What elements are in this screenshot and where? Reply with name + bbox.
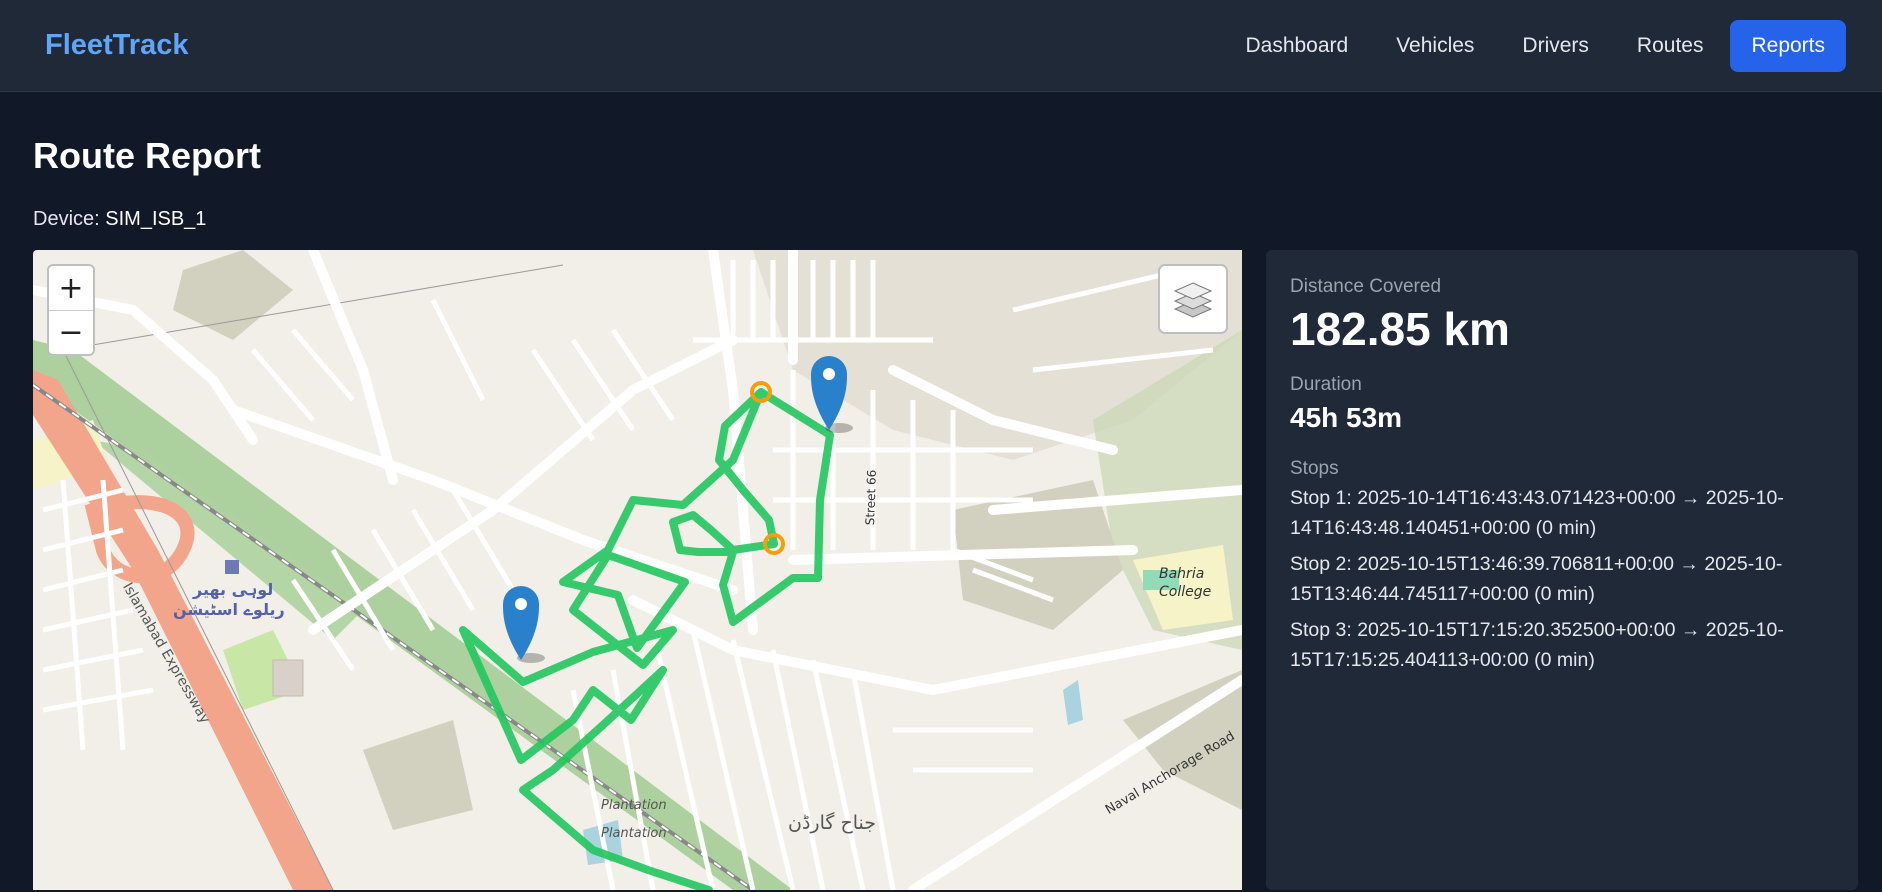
device-value: SIM_ISB_1 (105, 208, 207, 230)
device-line: Device: SIM_ISB_1 (33, 206, 1858, 232)
nav-reports[interactable]: Reports (1730, 19, 1846, 72)
main-content: Route Report Device: SIM_ISB_1 Islamabad… (0, 134, 1882, 890)
pin-markers (503, 356, 853, 663)
stops-label: Stops (1290, 458, 1339, 479)
zoom-in-button[interactable]: + (49, 266, 93, 310)
zoom-control: + − (47, 264, 95, 356)
nav-drivers[interactable]: Drivers (1501, 20, 1610, 72)
report-content: Islamabad Expressway لوہی بھیر ریلوے اسٹ… (33, 250, 1858, 890)
start-pin-icon (503, 586, 545, 663)
brand-logo[interactable]: FleetTrack (45, 29, 188, 62)
nav-routes[interactable]: Routes (1616, 20, 1725, 72)
distance-value: 182.85 km (1290, 303, 1510, 355)
nav-dashboard[interactable]: Dashboard (1224, 20, 1369, 72)
nav-vehicles[interactable]: Vehicles (1375, 20, 1495, 72)
stats-panel: Distance Covered 182.85 km Duration 45h … (1266, 250, 1858, 890)
distance-label: Distance Covered (1290, 276, 1442, 297)
duration-label: Duration (1290, 374, 1362, 395)
duration-value: 45h 53m (1290, 402, 1403, 433)
navbar: FleetTrack Dashboard Vehicles Drivers Ro… (0, 0, 1882, 92)
stop-item-3: Stop 3: 2025-10-15T17:15:20.352500+00:00… (1290, 619, 1784, 671)
stop-item-2: Stop 2: 2025-10-15T13:46:39.706811+00:00… (1290, 553, 1783, 605)
page-title: Route Report (33, 135, 261, 176)
end-pin-icon (811, 356, 853, 433)
route-map[interactable]: Islamabad Expressway لوہی بھیر ریلوے اسٹ… (33, 250, 1242, 890)
nav-links: Dashboard Vehicles Drivers Routes Report… (1224, 19, 1846, 72)
zoom-out-button[interactable]: − (49, 310, 93, 354)
layers-icon (1173, 282, 1213, 318)
stop-item-1: Stop 1: 2025-10-14T16:43:43.071423+00:00… (1290, 487, 1784, 539)
device-label: Device: (33, 208, 100, 230)
layers-button[interactable] (1158, 264, 1228, 334)
